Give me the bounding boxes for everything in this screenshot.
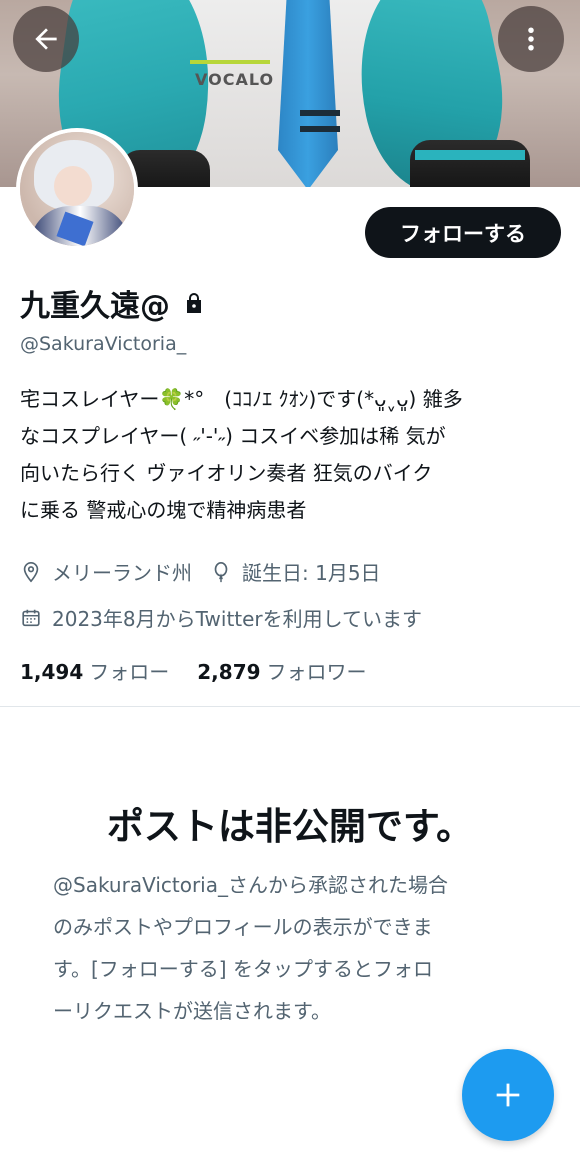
followers-label: フォロワー <box>266 660 367 684</box>
following-stat[interactable]: 1,494 フォロー <box>20 656 169 685</box>
birthday-text: 誕生日: 1月5日 <box>242 561 381 585</box>
follow-stats: 1,494 フォロー 2,879 フォロワー <box>20 656 367 685</box>
location-pin-icon <box>23 561 39 582</box>
display-name: 九重久遠@ <box>20 289 170 324</box>
banner-sleeve-right <box>410 140 530 187</box>
joined-item: 2023年8月からTwitterを利用しています <box>20 603 422 632</box>
section-divider <box>0 706 580 707</box>
location-item: メリーランド州 <box>20 557 192 586</box>
joined-text: 2023年8月からTwitterを利用しています <box>52 607 423 631</box>
banner-logo-line <box>190 60 270 64</box>
private-notice-body: @SakuraVictoria_さんから承認された場合 のみポストやプロフィール… <box>53 873 448 1023</box>
balloon-icon <box>214 561 228 582</box>
banner-tie-stripe <box>300 110 340 116</box>
private-notice-title: ポストは非公開です。 <box>106 805 474 848</box>
compose-post-button[interactable] <box>462 1049 554 1141</box>
display-name-row: 九重久遠@ <box>20 281 206 325</box>
following-label: フォロー <box>89 660 170 684</box>
profile-meta-row: メリーランド州 誕生日: 1月5日 <box>20 557 399 586</box>
joined-row: 2023年8月からTwitterを利用しています <box>20 603 440 632</box>
followers-stat[interactable]: 2,879 フォロワー <box>197 656 366 685</box>
follow-button[interactable]: フォローする <box>365 207 561 258</box>
calendar-icon <box>22 609 40 626</box>
more-options-button[interactable] <box>498 6 564 72</box>
plus-icon <box>496 1083 520 1107</box>
banner-logo-text: VOCALO <box>195 70 275 89</box>
followers-count: 2,879 <box>197 660 261 684</box>
avatar-face <box>54 166 92 206</box>
birthday-item: 誕生日: 1月5日 <box>210 557 381 586</box>
banner-tie-stripe <box>300 126 340 132</box>
following-count: 1,494 <box>20 660 84 684</box>
banner-tie <box>278 0 338 187</box>
back-button[interactable] <box>13 6 79 72</box>
profile-bio: 宅コスレイヤー🍀*° (ｺｺﾉｴ ｸｵﾝ)です(*ᴗ͈ˬᴗ͈) 雑多 なコスプレ… <box>20 387 463 522</box>
avatar[interactable] <box>16 128 138 250</box>
user-handle: @SakuraVictoria_ <box>20 333 187 355</box>
location-text: メリーランド州 <box>52 561 192 585</box>
banner-sleeve-band <box>415 150 525 160</box>
lock-icon <box>187 293 201 313</box>
more-vertical-icon <box>528 27 534 51</box>
arrow-left-icon <box>35 28 57 50</box>
